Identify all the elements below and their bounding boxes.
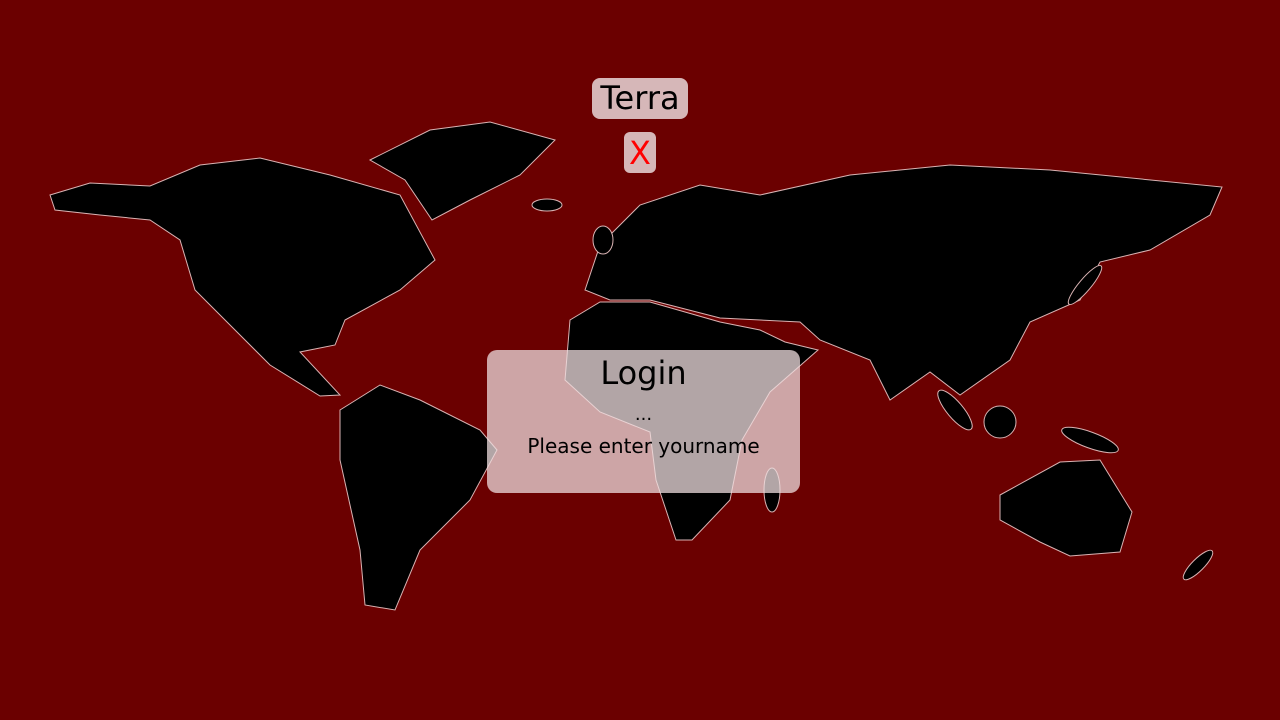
- login-status: ...: [634, 404, 653, 425]
- sumatra: [937, 389, 973, 431]
- britain: [592, 225, 614, 255]
- login-panel: Login ... Please enter yourname: [487, 350, 800, 493]
- app-title: Terra: [592, 78, 688, 119]
- north-america: [49, 157, 436, 397]
- australia: [999, 459, 1133, 557]
- login-title: Login: [600, 354, 687, 392]
- south-america: [339, 384, 498, 611]
- login-message: Please enter yourname: [527, 434, 760, 458]
- iceland: [531, 198, 563, 212]
- new-zealand: [1182, 549, 1214, 581]
- borneo: [983, 405, 1017, 439]
- close-button[interactable]: X: [624, 132, 656, 173]
- new-guinea: [1061, 426, 1119, 454]
